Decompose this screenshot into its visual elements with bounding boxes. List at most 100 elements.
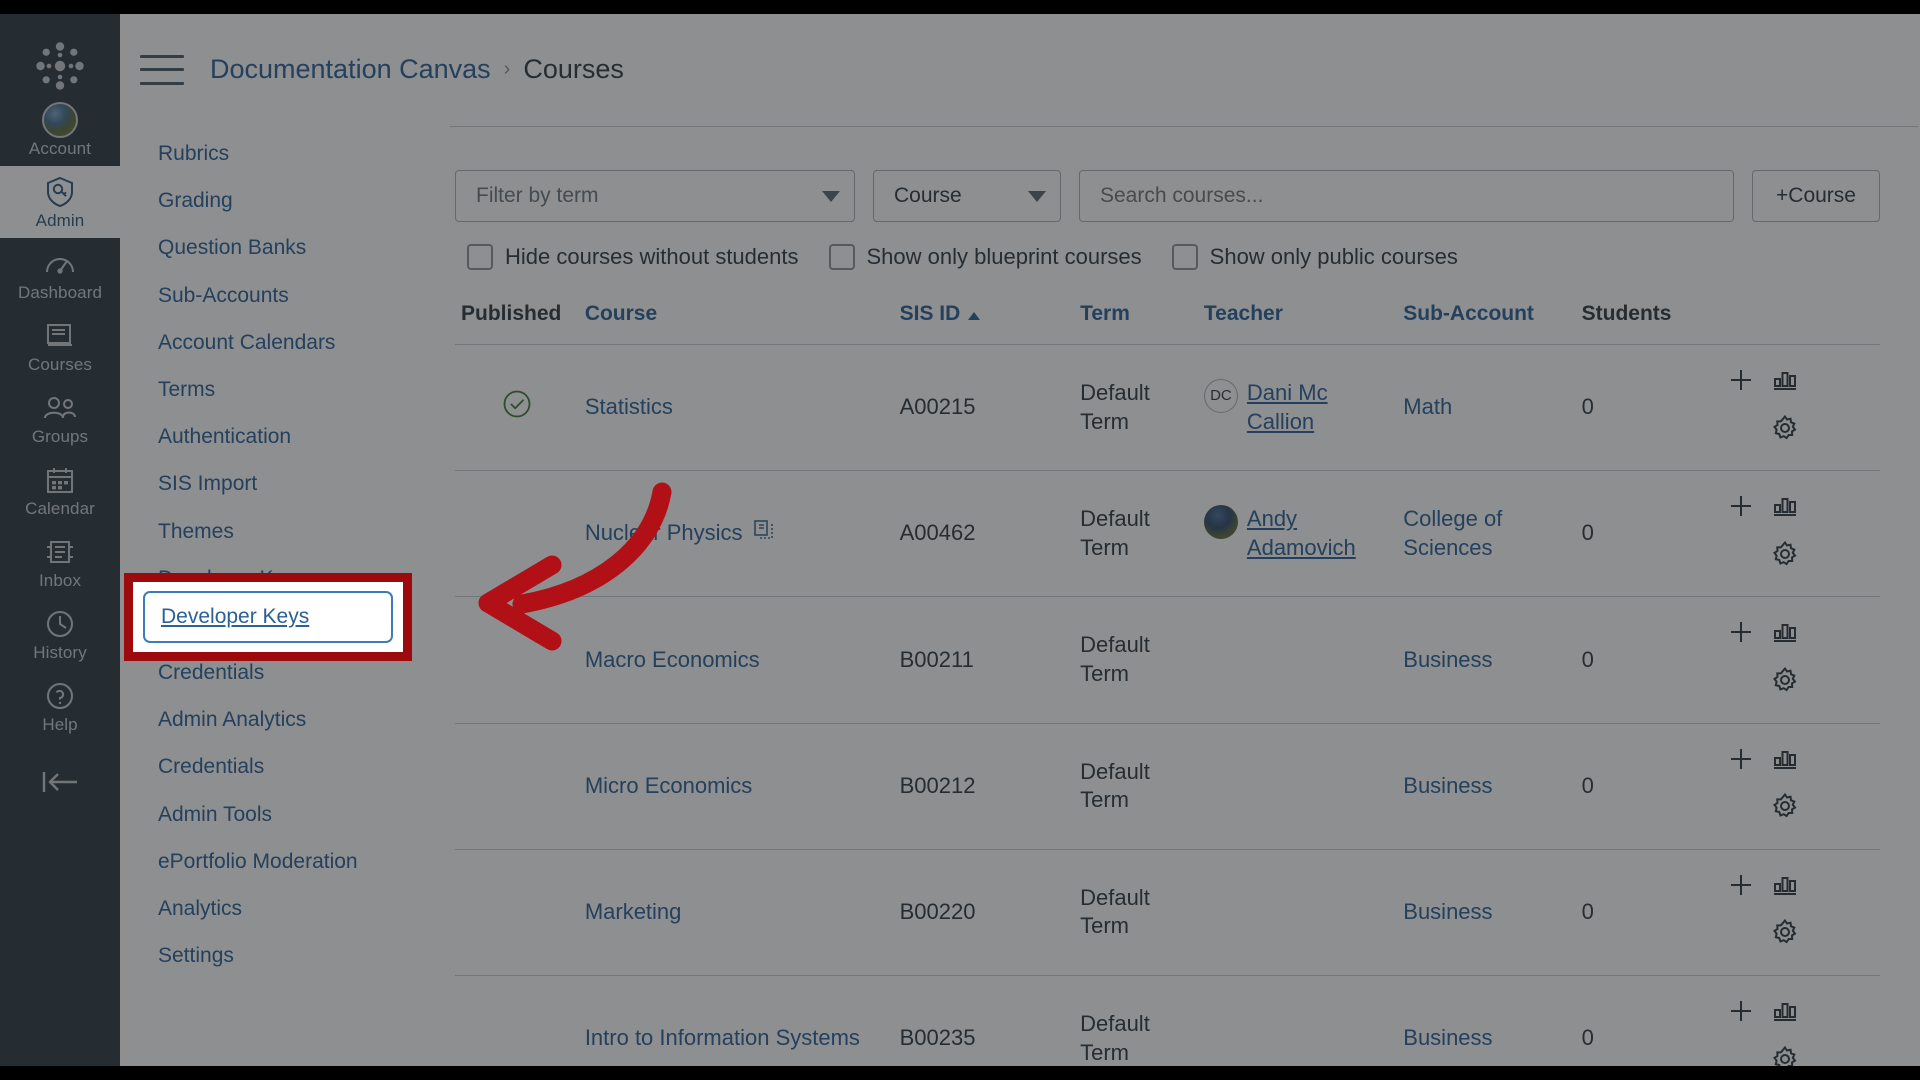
plus-icon[interactable] — [1728, 493, 1754, 527]
teacher-entry: Andy Adamovich — [1203, 505, 1391, 562]
cell-term: Default Term — [1074, 723, 1198, 850]
checkbox-show-only-public-courses[interactable]: Show only public courses — [1171, 244, 1458, 270]
cell-sis-id: A00462 — [893, 470, 1075, 598]
subnav-item-question-banks[interactable]: Question Banks — [120, 224, 450, 271]
cell-teacher — [1197, 849, 1398, 976]
scope-select[interactable]: Course — [873, 170, 1061, 222]
subnav-item-grading[interactable]: Grading — [120, 177, 450, 224]
sidebar-item-inbox[interactable]: Inbox — [0, 526, 120, 598]
course-link[interactable]: Statistics — [585, 394, 673, 419]
highlight-callout-developer-keys: Developer Keys — [124, 573, 412, 661]
sidebar-item-help[interactable]: Help — [0, 670, 120, 742]
course-link[interactable]: Micro Economics — [585, 773, 752, 798]
sidebar-item-courses[interactable]: Courses — [0, 310, 120, 382]
cell-course-name: Statistics — [578, 344, 894, 472]
sub-account-link[interactable]: College of Sciences — [1403, 506, 1502, 560]
subnav-item-settings[interactable]: Settings — [120, 932, 450, 979]
bar-chart-icon[interactable] — [1772, 999, 1798, 1031]
sub-account-link[interactable]: Business — [1403, 1025, 1492, 1050]
subnav-item-eportfolio-moderation[interactable]: ePortfolio Moderation — [120, 838, 450, 885]
column-header-course[interactable]: Course — [578, 298, 894, 345]
plus-icon[interactable] — [1728, 619, 1754, 653]
term-filter-select[interactable]: Filter by term — [455, 170, 855, 222]
blueprint-icon[interactable] — [753, 520, 774, 545]
cell-row-actions — [1712, 849, 1880, 976]
people-icon — [43, 391, 77, 425]
course-link[interactable]: Intro to Information Systems — [585, 1025, 860, 1050]
gear-icon[interactable] — [1772, 414, 1798, 449]
subnav-item-analytics[interactable]: Analytics — [120, 885, 450, 932]
breadcrumb-root[interactable]: Documentation Canvas — [210, 54, 491, 85]
column-header-sis-id[interactable]: SIS ID — [893, 298, 1075, 345]
gear-icon[interactable] — [1772, 792, 1798, 827]
bar-chart-icon[interactable] — [1772, 620, 1798, 652]
cell-row-actions — [1712, 723, 1880, 850]
column-header-term[interactable]: Term — [1074, 298, 1198, 345]
teacher-link[interactable]: Dani Mc Callion — [1247, 379, 1391, 436]
cell-sub-account: Business — [1397, 849, 1576, 976]
sidebar-item-groups[interactable]: Groups — [0, 382, 120, 454]
sidebar-item-account[interactable]: Account — [0, 94, 120, 166]
sub-account-link[interactable]: Business — [1403, 647, 1492, 672]
gear-icon[interactable] — [1772, 540, 1798, 575]
sub-account-link[interactable]: Business — [1403, 773, 1492, 798]
column-header-actions — [1712, 298, 1880, 345]
cell-course-name: Marketing — [578, 849, 894, 976]
gear-icon[interactable] — [1772, 919, 1798, 953]
checkbox-box[interactable] — [467, 244, 493, 270]
bar-chart-icon[interactable] — [1772, 494, 1798, 526]
search-input[interactable] — [1079, 170, 1734, 222]
gear-icon[interactable] — [1772, 666, 1798, 701]
checkbox-show-only-blueprint-courses[interactable]: Show only blueprint courses — [828, 244, 1142, 270]
sidebar-item-label: Admin — [35, 211, 85, 230]
canvas-logo[interactable] — [32, 38, 88, 94]
subnav-item-admin-analytics[interactable]: Admin Analytics — [120, 696, 450, 743]
cell-teacher — [1197, 975, 1398, 1066]
sidebar-item-admin[interactable]: Admin — [0, 166, 120, 238]
teacher-link[interactable]: Andy Adamovich — [1247, 505, 1391, 562]
subnav-item-authentication[interactable]: Authentication — [120, 413, 450, 460]
sub-account-link[interactable]: Business — [1403, 899, 1492, 924]
course-link[interactable]: Marketing — [585, 899, 682, 924]
breadcrumb: Documentation Canvas › Courses — [210, 54, 624, 85]
column-header-label: SIS ID — [899, 302, 961, 325]
subnav-item-rubrics[interactable]: Rubrics — [120, 130, 450, 177]
plus-icon[interactable] — [1728, 872, 1754, 906]
gear-icon[interactable] — [1772, 1045, 1798, 1066]
subnav-item-sub-accounts[interactable]: Sub-Accounts — [120, 272, 450, 319]
letterbox-top — [0, 0, 1920, 14]
bar-chart-icon[interactable] — [1772, 747, 1798, 779]
subnav-item-credentials-2[interactable]: Credentials — [120, 743, 450, 790]
hamburger-menu-icon[interactable] — [140, 54, 184, 85]
sidebar-item-history[interactable]: History — [0, 598, 120, 670]
column-header-teacher[interactable]: Teacher — [1197, 298, 1398, 345]
checkbox-hide-courses-without-students[interactable]: Hide courses without students — [467, 244, 799, 270]
avatar: DC — [1203, 379, 1238, 413]
subnav-item-account-calendars[interactable]: Account Calendars — [120, 319, 450, 366]
cell-row-actions — [1712, 470, 1880, 598]
collapse-left-arrow-icon[interactable] — [39, 768, 81, 801]
column-header-sub-account[interactable]: Sub-Account — [1397, 298, 1576, 345]
cell-sub-account: Math — [1397, 344, 1576, 472]
user-avatar-icon — [42, 102, 78, 138]
subnav-item-admin-tools[interactable]: Admin Tools — [120, 791, 450, 838]
sub-account-link[interactable]: Math — [1403, 394, 1452, 419]
plus-icon[interactable] — [1728, 746, 1754, 780]
developer-keys-link[interactable]: Developer Keys — [161, 605, 309, 629]
plus-icon[interactable] — [1728, 998, 1754, 1032]
checkbox-box[interactable] — [1171, 244, 1198, 270]
chevron-down-icon — [1028, 190, 1046, 202]
plus-icon[interactable] — [1728, 367, 1754, 401]
sidebar-item-dashboard[interactable]: Dashboard — [0, 238, 120, 310]
bar-chart-icon[interactable] — [1772, 873, 1798, 905]
avatar — [1203, 505, 1238, 540]
cell-teacher: DC Dani Mc Callion — [1197, 344, 1398, 472]
checkbox-box[interactable] — [828, 244, 855, 270]
cell-row-actions — [1712, 344, 1880, 472]
table-body: Statistics A00215 Default Term DC Dani Mc Ca… — [455, 344, 1880, 1066]
sidebar-item-calendar[interactable]: Calendar — [0, 454, 120, 526]
check-circle-icon[interactable] — [502, 390, 532, 424]
add-course-button[interactable]: +Course — [1752, 170, 1880, 222]
bar-chart-icon[interactable] — [1772, 368, 1798, 400]
subnav-item-terms[interactable]: Terms — [120, 366, 450, 413]
